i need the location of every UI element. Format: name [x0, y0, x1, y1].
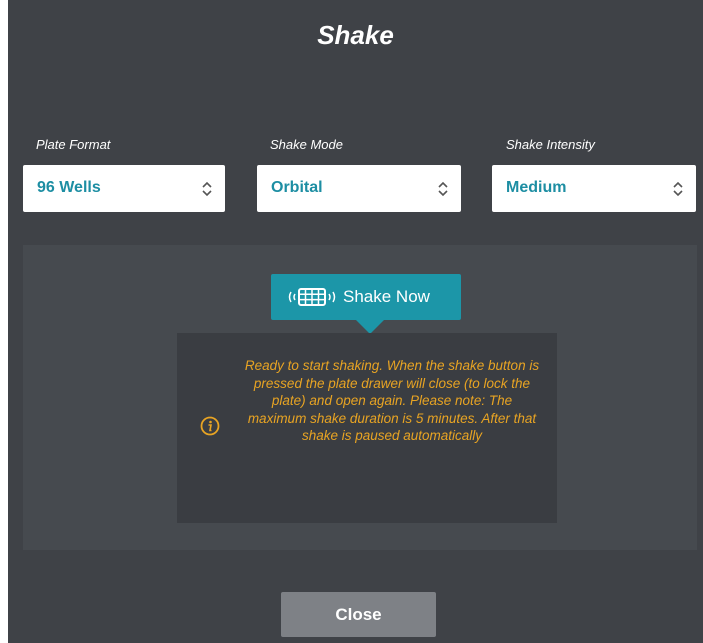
- button-pointer: [356, 320, 384, 334]
- plate-format-value: 96 Wells: [37, 179, 101, 196]
- info-icon: [200, 416, 220, 436]
- chevron-up-down-icon: [438, 181, 448, 197]
- shake-now-button[interactable]: Shake Now: [271, 274, 461, 320]
- shake-intensity-select[interactable]: Medium: [492, 165, 696, 212]
- info-message: Ready to start shaking. When the shake b…: [244, 358, 540, 443]
- shake-intensity-value: Medium: [506, 179, 567, 196]
- shake-intensity-label: Shake Intensity: [506, 137, 595, 152]
- shaking-plate-icon: [288, 288, 336, 306]
- chevron-up-down-icon: [673, 181, 683, 197]
- plate-format-select[interactable]: 96 Wells: [23, 165, 225, 212]
- shake-mode-select[interactable]: Orbital: [257, 165, 461, 212]
- shake-mode-value: Orbital: [271, 179, 323, 196]
- dialog-title: Shake: [317, 20, 394, 50]
- shake-dialog: Shake Plate Format 96 Wells Shake Mode O…: [8, 0, 703, 643]
- shake-now-label: Shake Now: [343, 287, 430, 306]
- plate-format-label: Plate Format: [36, 137, 111, 152]
- shake-mode-label: Shake Mode: [270, 137, 343, 152]
- shake-panel: Shake Now Ready to start shaking. When t…: [23, 245, 697, 550]
- chevron-up-down-icon: [202, 181, 212, 197]
- close-button[interactable]: Close: [281, 592, 436, 637]
- info-message-box: Ready to start shaking. When the shake b…: [177, 333, 557, 523]
